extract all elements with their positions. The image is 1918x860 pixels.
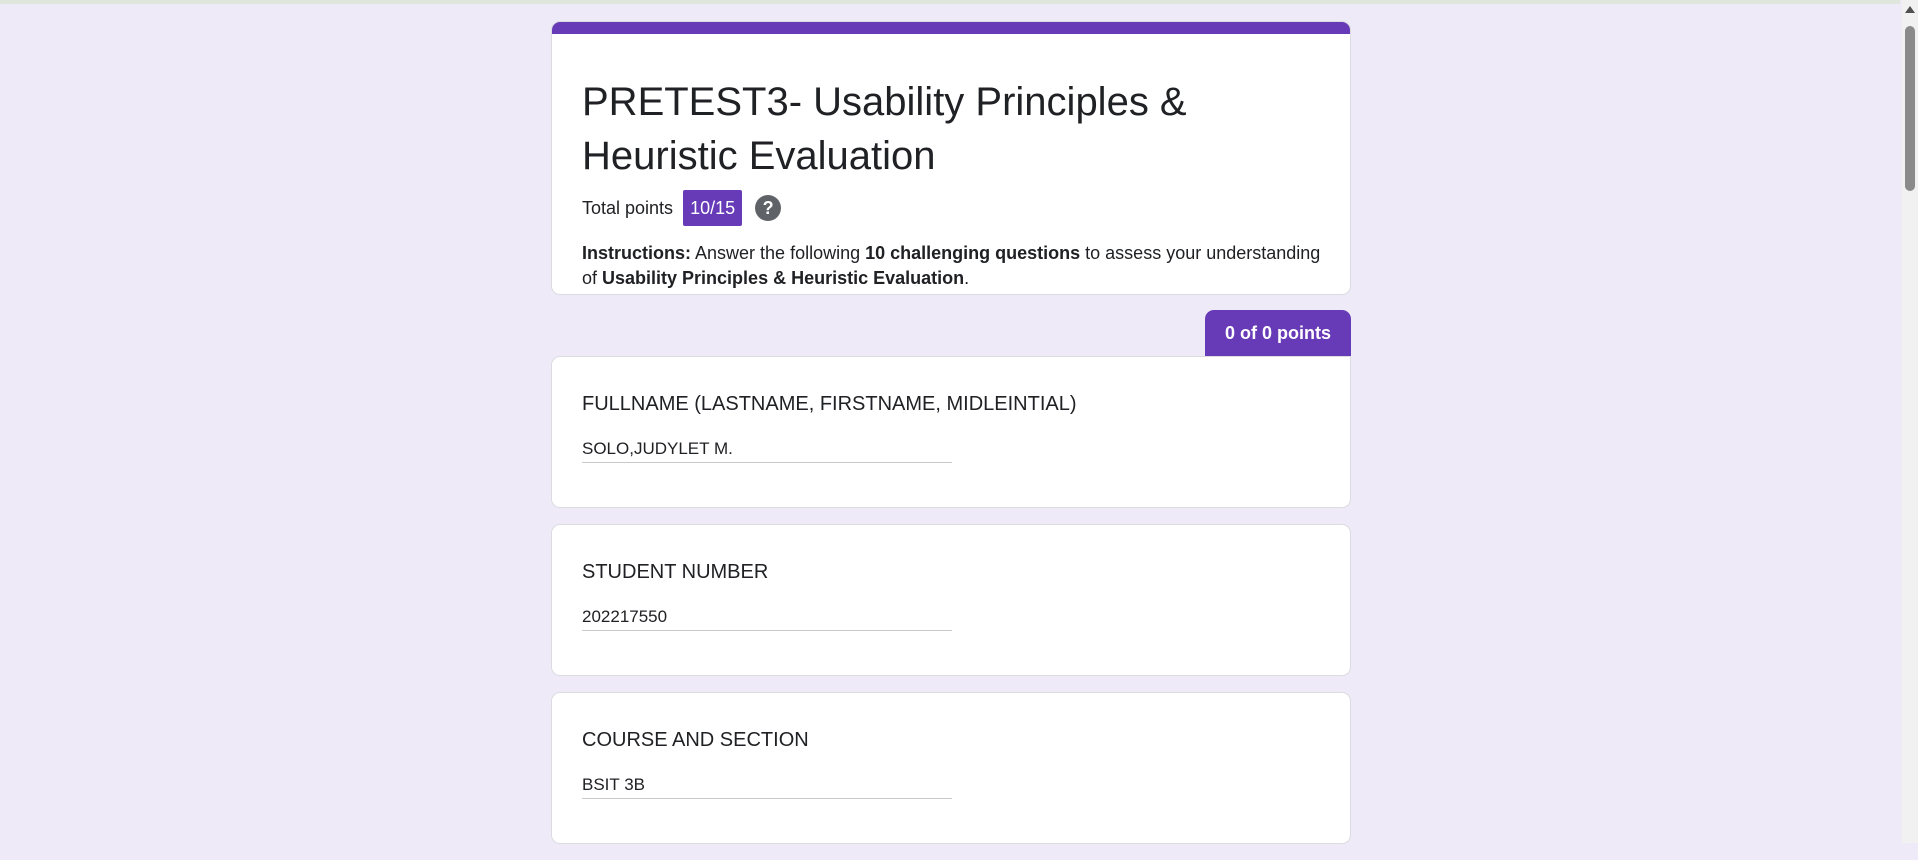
- instructions-text-3: .: [964, 268, 970, 288]
- answer-field: BSIT 3B: [582, 774, 952, 799]
- answer-field: 202217550: [582, 606, 952, 631]
- question-title: STUDENT NUMBER: [582, 561, 769, 583]
- total-points-label: Total points: [582, 197, 674, 218]
- instructions-label: Instructions:: [582, 243, 692, 263]
- question-card-student-number: STUDENT NUMBER 202217550: [551, 524, 1351, 676]
- vertical-scrollbar[interactable]: [1902, 0, 1918, 843]
- browser-top-line: [0, 0, 1900, 4]
- total-points-badge: 10/15: [683, 190, 743, 226]
- form-title: PRETEST3- Usability Principles & Heurist…: [582, 80, 1187, 178]
- instructions-text-1: Answer the following: [691, 243, 866, 263]
- question-card-course-section: COURSE AND SECTION BSIT 3B: [551, 692, 1351, 844]
- total-points-row: Total points 10/15 ?: [582, 189, 1320, 227]
- answer-field: SOLO,JUDYLET M.: [582, 438, 952, 463]
- section-points-tab: 0 of 0 points: [1204, 310, 1351, 356]
- form-header-card: PRETEST3- Usability Principles & Heurist…: [551, 21, 1351, 295]
- form-instructions: Instructions: Answer the following 10 ch…: [582, 241, 1327, 291]
- question-card-fullname: FULLNAME (LASTNAME, FIRSTNAME, MIDLEINTI…: [551, 356, 1351, 508]
- instructions-bold-2: Usability Principles & Heuristic Evaluat…: [602, 268, 965, 288]
- instructions-bold-1: 10 challenging questions: [865, 243, 1081, 263]
- help-icon[interactable]: ?: [755, 195, 782, 221]
- form-container: PRETEST3- Usability Principles & Heurist…: [551, 21, 1351, 860]
- question-title: COURSE AND SECTION: [582, 729, 809, 751]
- question-title: FULLNAME (LASTNAME, FIRSTNAME, MIDLEINTI…: [582, 393, 1077, 415]
- scroll-up-arrow-icon[interactable]: [1905, 6, 1915, 13]
- section-points-row: 0 of 0 points: [551, 310, 1351, 356]
- header-accent-bar: [552, 22, 1350, 34]
- scroll-thumb[interactable]: [1905, 26, 1915, 191]
